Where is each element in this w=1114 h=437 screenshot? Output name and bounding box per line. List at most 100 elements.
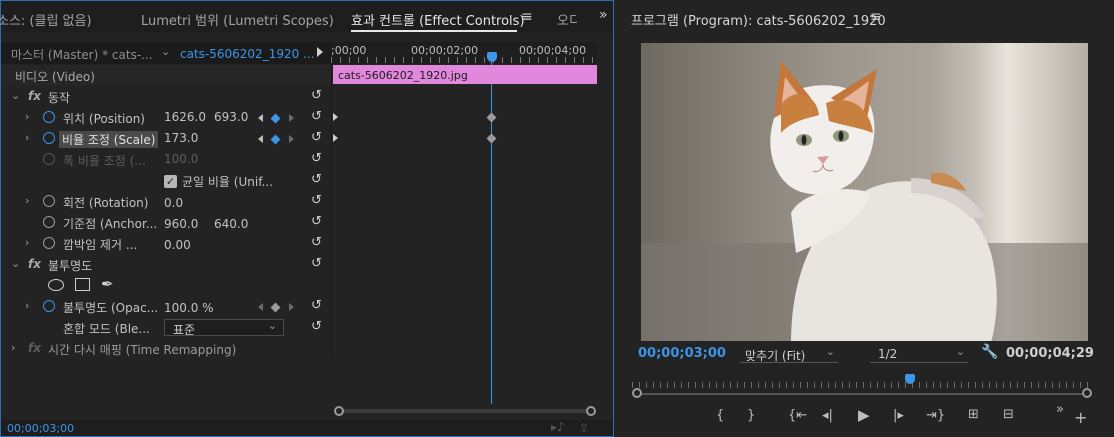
flicker-chevron-icon[interactable]: › [25,236,29,249]
scrubber-left-handle[interactable] [632,388,642,398]
scale-row[interactable]: › 비율 조정 (Scale) 173.0 ↺ [1,128,331,149]
ec-timecode[interactable]: 00;00;03;00 [7,422,74,435]
panel-menu-icon[interactable]: ≡ [521,9,533,25]
position-x-value[interactable]: 1626.0 [164,110,206,124]
flicker-reset-icon[interactable]: ↺ [311,235,325,250]
clip-label[interactable]: cats-5606202_1920 ... [180,47,314,61]
tab-audio[interactable]: 오디 [557,10,577,29]
program-video-frame[interactable] [641,43,1088,341]
opacity-add-keyframe-icon[interactable] [270,302,281,313]
opacity-chevron-icon[interactable]: ⌄ [11,257,20,270]
blend-select[interactable]: 표준 ⌄ [164,319,284,337]
rotation-row[interactable]: › 회전 (Rotation) 0.0 ↺ [1,191,331,212]
rotation-reset-icon[interactable]: ↺ [311,193,325,208]
show-timeline-icon[interactable] [317,47,323,57]
uniform-scale-row[interactable]: ✓ 균일 비율 (Unif... ↺ [1,170,331,191]
motion-chevron-icon[interactable]: ⌄ [11,89,20,102]
blend-row[interactable]: 혼합 모드 (Ble... 표준 ⌄ ↺ [1,317,331,338]
resolution-select[interactable]: 1/2 ⌄ [870,345,968,363]
rotation-chevron-icon[interactable]: › [25,194,29,207]
scale-width-reset-icon[interactable]: ↺ [311,151,325,166]
add-button-icon[interactable]: + [1074,408,1087,427]
scale-prev-keyframe-icon[interactable] [258,135,263,143]
ruler[interactable]: ;00;00 00;00;02;00 00;00;04;00 [331,42,597,64]
master-dropdown-icon[interactable]: ⌄ [161,45,170,58]
scroll-right-handle[interactable] [586,406,596,416]
anchor-reset-icon[interactable]: ↺ [311,214,325,229]
scale-reset-icon[interactable]: ↺ [311,130,325,145]
flicker-row[interactable]: › 깜박임 제거 ... 0.00 ↺ [1,233,331,254]
position-row[interactable]: › 위치 (Position) 1626.0 693.0 ↺ [1,107,331,128]
play-icon[interactable]: ▶ [858,406,870,424]
scale-width-value: 100.0 [164,152,199,166]
time-remap-chevron-icon[interactable]: › [11,341,15,354]
step-back-icon[interactable]: ◂| [822,408,833,423]
rotation-stopwatch-icon[interactable] [43,195,55,207]
scale-chevron-icon[interactable]: › [25,131,29,144]
export-icon[interactable]: ⇪ [579,421,589,435]
filter-icon[interactable]: ▸♪ [551,420,565,434]
anchor-x-value[interactable]: 960.0 [164,217,198,231]
rectangle-mask-icon[interactable] [75,278,90,291]
position-add-keyframe-icon[interactable] [270,113,281,124]
motion-row[interactable]: ⌄ fx 동작 ↺ [1,86,331,107]
more-controls-icon[interactable]: » [1056,402,1064,417]
more-tabs-icon[interactable]: » [599,7,608,23]
tab-lumetri-scopes[interactable]: Lumetri 범위 (Lumetri Scopes) [141,10,334,29]
position-y-value[interactable]: 693.0 [214,110,248,124]
position-reset-icon[interactable]: ↺ [311,109,325,124]
settings-wrench-icon[interactable]: 🔧 [981,344,998,360]
flicker-stopwatch-icon[interactable] [43,237,55,249]
position-next-keyframe-icon[interactable] [289,114,294,122]
scale-next-keyframe-icon[interactable] [289,135,294,143]
go-to-out-icon[interactable]: ⇥} [926,408,945,423]
opacity-next-keyframe-icon[interactable] [289,303,294,311]
flicker-value[interactable]: 0.00 [164,238,191,252]
pen-mask-icon[interactable]: ✒ [101,275,114,293]
time-remap-row[interactable]: › fx 시간 다시 매핑 (Time Remapping) [1,338,331,359]
overwrite-icon[interactable]: ⊟ [1003,407,1014,422]
opacity-value[interactable]: 100.0 % [164,301,214,315]
step-forward-icon[interactable]: |▸ [893,408,904,423]
program-scrubber[interactable] [632,374,1092,400]
insert-icon[interactable]: ⊞ [968,407,979,422]
opacity-reset-icon[interactable]: ↺ [311,256,325,271]
program-menu-icon[interactable]: ≡ [870,9,882,25]
program-current-timecode[interactable]: 00;00;03;00 [638,346,726,361]
uniform-scale-checkbox[interactable]: ✓ [164,175,177,188]
mark-out-icon[interactable]: } [747,408,755,423]
timeline-scrollbar[interactable] [334,406,598,416]
playhead-handle[interactable] [487,52,497,62]
opacity-value-row[interactable]: › 불투명도 (Opac... 100.0 % ↺ [1,296,331,317]
anchor-stopwatch-icon[interactable] [43,216,55,228]
clip-bar[interactable]: cats-5606202_1920.jpg [333,65,597,84]
opacity-prev-keyframe-icon[interactable] [258,303,263,311]
scale-stopwatch-icon[interactable] [43,132,55,144]
opacity-value-chevron-icon[interactable]: › [25,299,29,312]
tab-effect-controls[interactable]: 효과 컨트롤 (Effect Controls) [351,10,525,29]
opacity-stopwatch-icon[interactable] [43,300,55,312]
position-chevron-icon[interactable]: › [25,110,29,123]
scale-keyframe-nav-icon[interactable] [333,134,338,142]
opacity-row[interactable]: ⌄ fx 불투명도 ↺ [1,254,331,275]
scrubber-right-handle[interactable] [1082,388,1092,398]
motion-reset-icon[interactable]: ↺ [311,88,325,103]
rotation-value[interactable]: 0.0 [164,196,183,210]
program-playhead[interactable] [905,374,915,384]
scroll-left-handle[interactable] [334,406,344,416]
position-prev-keyframe-icon[interactable] [258,114,263,122]
opacity-value-reset-icon[interactable]: ↺ [311,298,325,313]
blend-reset-icon[interactable]: ↺ [311,319,325,334]
anchor-y-value[interactable]: 640.0 [214,217,248,231]
fit-select[interactable]: 맞추기 (Fit) ⌄ [740,345,838,363]
uniform-scale-reset-icon[interactable]: ↺ [311,172,325,187]
mark-in-icon[interactable]: { [716,408,724,423]
go-to-in-icon[interactable]: {⇤ [788,408,807,423]
scale-add-keyframe-icon[interactable] [270,134,281,145]
anchor-row[interactable]: 기준점 (Anchor... 960.0 640.0 ↺ [1,212,331,233]
position-stopwatch-icon[interactable] [43,111,55,123]
tab-source[interactable]: 소스: (클립 없음) [0,10,92,29]
scale-value[interactable]: 173.0 [164,131,198,145]
position-keyframe-nav-icon[interactable] [333,113,338,121]
ellipse-mask-icon[interactable] [48,279,64,291]
